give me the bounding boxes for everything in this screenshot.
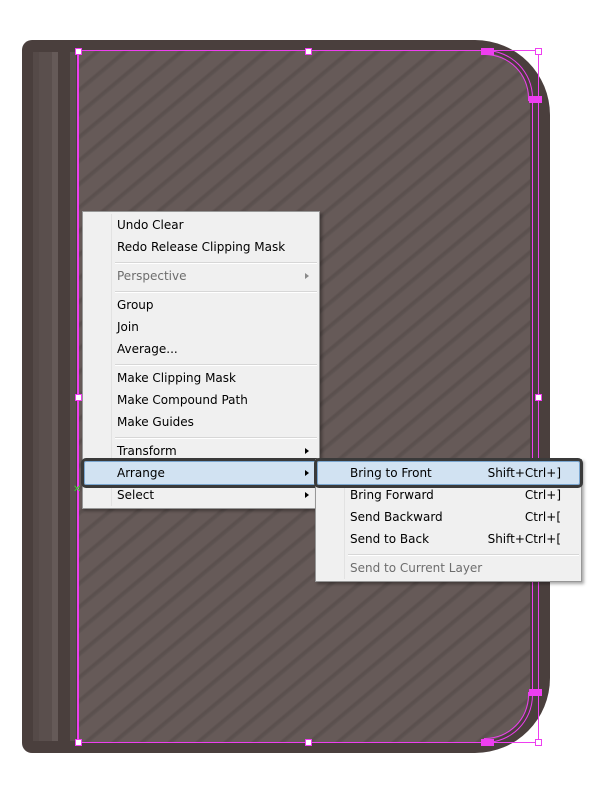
menu-item-label: Group xyxy=(117,298,154,312)
menu-separator xyxy=(348,554,579,556)
menu-item-bring-to-front[interactable]: Bring to Front Shift+Ctrl+] xyxy=(314,458,583,488)
menu-separator xyxy=(115,291,317,293)
context-menu: Undo Clear Redo Release Clipping Mask Pe… xyxy=(81,211,321,509)
menu-item-label: Make Compound Path xyxy=(117,393,248,407)
resize-handle-right[interactable] xyxy=(535,394,542,401)
resize-handle-left[interactable] xyxy=(75,394,82,401)
menu-item-redo-release-clipping-mask[interactable]: Redo Release Clipping Mask xyxy=(85,236,317,258)
menu-item-transform[interactable]: Transform xyxy=(85,440,317,462)
arrange-submenu: Bring to Front Shift+Ctrl+] Bring Forward… xyxy=(314,458,583,582)
menu-item-label: Send to Back xyxy=(350,532,430,546)
resize-handle-top[interactable] xyxy=(305,48,312,55)
menu-item-shortcut: Ctrl+[ xyxy=(524,510,561,524)
menu-item-join[interactable]: Join xyxy=(85,316,317,338)
menu-item-arrange[interactable]: Arrange xyxy=(81,458,321,488)
menu-item-undo-clear[interactable]: Undo Clear xyxy=(85,214,317,236)
menu-item-label: Undo Clear xyxy=(117,218,184,232)
submenu-arrow-icon xyxy=(305,273,309,279)
anchor-point[interactable] xyxy=(535,689,542,696)
spine-stripe xyxy=(52,52,58,741)
menu-item-label: Average... xyxy=(117,342,178,356)
path-edge-right xyxy=(532,100,533,692)
menu-item-group[interactable]: Group xyxy=(85,294,317,316)
menu-item-label: Send to Current Layer xyxy=(350,561,483,575)
resize-handle-top-right[interactable] xyxy=(535,48,542,55)
menu-item-shortcut: Ctrl+] xyxy=(524,488,561,502)
resize-handle-bottom-right[interactable] xyxy=(535,739,542,746)
menu-item-shortcut: Shift+Ctrl+] xyxy=(487,466,561,480)
menu-item-average[interactable]: Average... xyxy=(85,338,317,360)
submenu-arrow-icon xyxy=(305,492,309,498)
menu-item-label: Make Guides xyxy=(117,415,194,429)
menu-item-label: Arrange xyxy=(117,466,165,480)
spine-stripe xyxy=(39,52,52,741)
menu-item-label: Bring Forward xyxy=(350,488,434,502)
anchor-point[interactable] xyxy=(487,48,494,55)
menu-item-label: Select xyxy=(117,488,155,502)
menu-item-label: Make Clipping Mask xyxy=(117,371,236,385)
menu-item-select[interactable]: Select xyxy=(85,484,317,506)
menu-item-send-to-current-layer: Send to Current Layer xyxy=(318,557,579,579)
menu-item-send-to-back[interactable]: Send to Back Shift+Ctrl+[ xyxy=(318,528,579,550)
submenu-arrow-icon xyxy=(305,470,309,476)
menu-separator xyxy=(115,437,317,439)
menu-item-perspective: Perspective xyxy=(85,265,317,287)
menu-item-label: Bring to Front xyxy=(350,466,432,480)
resize-handle-bottom[interactable] xyxy=(305,739,312,746)
menu-item-make-compound-path[interactable]: Make Compound Path xyxy=(85,389,317,411)
menu-separator xyxy=(115,364,317,366)
resize-handle-top-left[interactable] xyxy=(75,48,82,55)
menu-item-make-guides[interactable]: Make Guides xyxy=(85,411,317,433)
menu-separator xyxy=(115,262,317,264)
resize-handle-bottom-left[interactable] xyxy=(75,739,82,746)
menu-item-make-clipping-mask[interactable]: Make Clipping Mask xyxy=(85,367,317,389)
menu-item-send-backward[interactable]: Send Backward Ctrl+[ xyxy=(318,506,579,528)
menu-item-label: Join xyxy=(117,320,139,334)
menu-item-label: Perspective xyxy=(117,269,187,283)
menu-item-label: Transform xyxy=(117,444,177,458)
menu-item-shortcut: Shift+Ctrl+[ xyxy=(487,532,561,546)
menu-item-label: Redo Release Clipping Mask xyxy=(117,240,286,254)
cursor-crosshair-icon: ✕ xyxy=(73,484,82,495)
anchor-point[interactable] xyxy=(487,739,494,746)
anchor-point[interactable] xyxy=(535,96,542,103)
submenu-arrow-icon xyxy=(305,448,309,454)
menu-item-bring-forward[interactable]: Bring Forward Ctrl+] xyxy=(318,484,579,506)
menu-item-label: Send Backward xyxy=(350,510,443,524)
